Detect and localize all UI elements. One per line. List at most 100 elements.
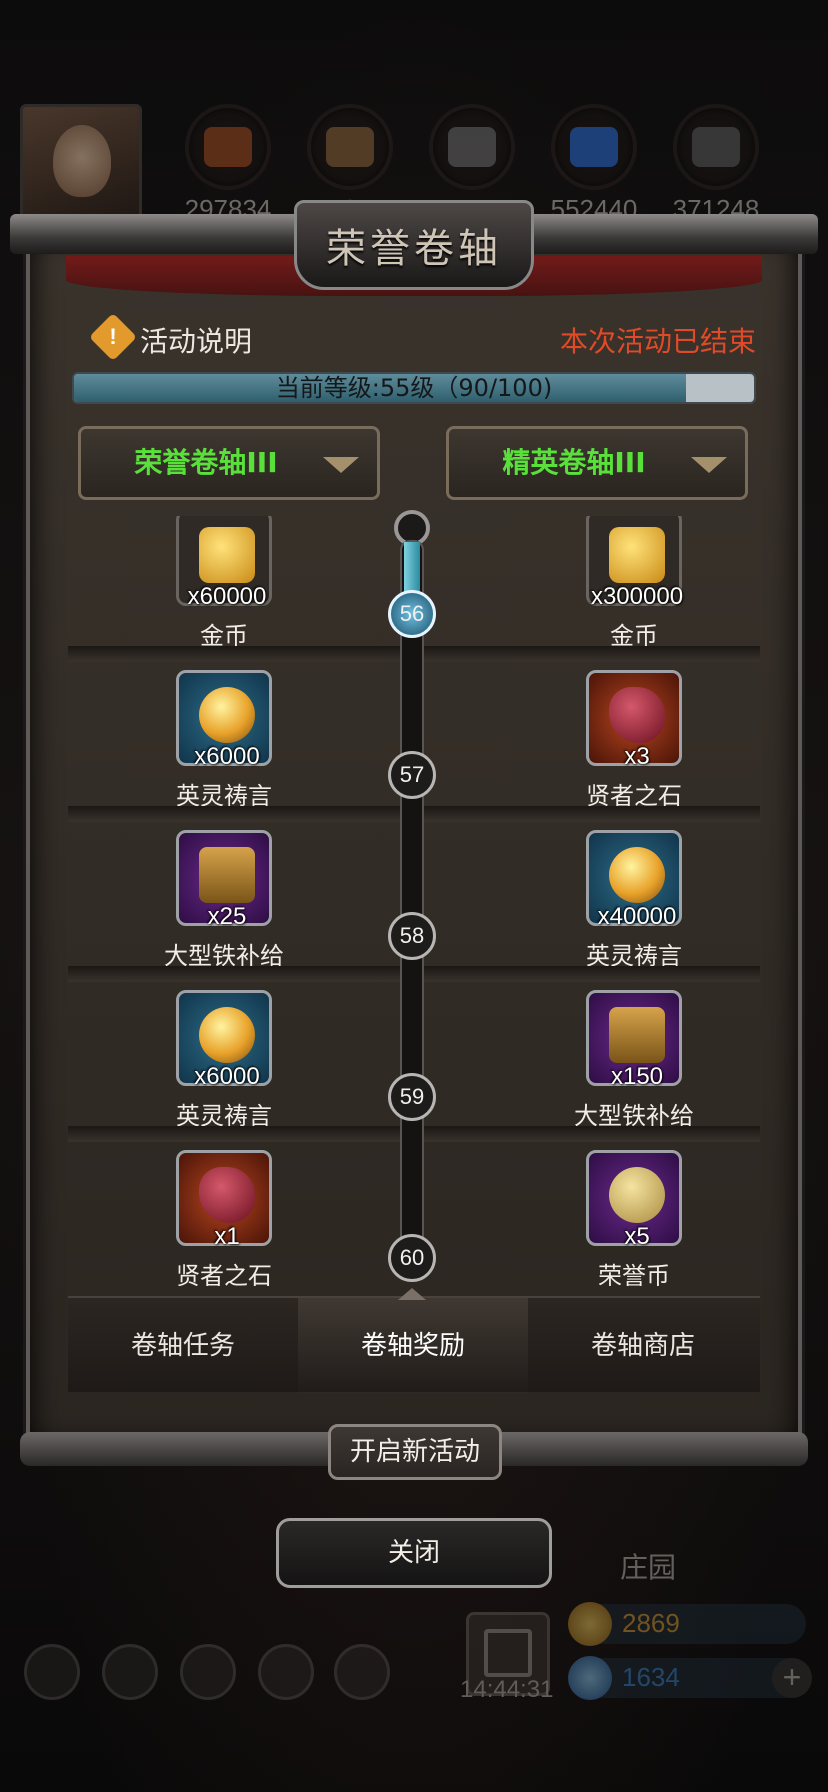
honor-scroll-select-label: 荣誉卷轴III	[134, 446, 278, 479]
reward-quantity: x40000	[597, 903, 677, 930]
reward-icon-frame: x60000	[176, 516, 272, 610]
chevron-down-icon	[691, 457, 727, 473]
gem-value: 1634	[622, 1662, 680, 1692]
reward-quantity: x6000	[194, 1063, 260, 1090]
close-button[interactable]: 关闭	[276, 1518, 552, 1588]
coins-icon	[609, 527, 665, 583]
tab-scroll-tasks[interactable]: 卷轴任务	[68, 1298, 298, 1394]
stone-icon	[199, 1167, 255, 1223]
elite-reward-item[interactable]: x300000 金币	[534, 516, 734, 651]
gem-icon	[568, 1656, 612, 1700]
resource-item[interactable]	[426, 104, 518, 194]
honor-reward-item[interactable]: x1 贤者之石	[124, 1150, 324, 1286]
title-plate: 荣誉卷轴	[294, 200, 534, 290]
gift-timer: 14:44:31	[460, 1676, 554, 1703]
reward-icon-frame: x1	[176, 1150, 272, 1250]
level-node: 57	[388, 751, 436, 799]
gold-value: 2869	[622, 1608, 680, 1638]
reward-icon-frame: x300000	[586, 516, 683, 610]
resource-circle	[429, 104, 515, 190]
nav-map-icon[interactable]	[334, 1644, 390, 1700]
level-progress-bar: 当前等级:55级（90/100)	[72, 372, 756, 404]
reward-icon-frame: x6000	[176, 990, 272, 1090]
coin-icon	[609, 1167, 665, 1223]
level-node: 59	[388, 1073, 436, 1121]
nav-alliance-icon[interactable]	[180, 1644, 236, 1700]
honor-reward-item[interactable]: x6000 英灵祷言	[124, 990, 324, 1131]
reward-quantity: x5	[624, 1223, 650, 1250]
honor-reward-item[interactable]: x25 大型铁补给	[124, 830, 324, 971]
nav-achievement-icon[interactable]	[102, 1644, 158, 1700]
resource-circle	[185, 104, 271, 190]
reward-icon-frame: x40000	[586, 830, 682, 930]
player-avatar[interactable]	[20, 104, 142, 222]
level-node: 56	[388, 590, 436, 638]
reward-quantity: x150	[610, 1063, 664, 1090]
info-row: ! 活动说明 本次活动已结束	[88, 312, 756, 362]
gold-counter: 2869	[568, 1602, 806, 1646]
crystal-icon	[570, 127, 618, 167]
resource-item[interactable]: 297834	[182, 104, 274, 225]
nav-settings-icon[interactable]	[24, 1644, 80, 1700]
elite-reward-item[interactable]: x5 荣誉币	[534, 1150, 734, 1286]
level-track	[400, 540, 424, 1260]
resource-circle	[673, 104, 759, 190]
stone-icon	[609, 687, 665, 743]
scroll-tabs: 卷轴任务 卷轴奖励 卷轴商店	[68, 1296, 760, 1394]
resource-item[interactable]: 552440	[548, 104, 640, 225]
progress-text: 当前等级:55级（90/100)	[275, 374, 553, 402]
honor-reward-item[interactable]: x6000 英灵祷言	[124, 670, 324, 811]
event-status: 本次活动已结束	[559, 325, 756, 358]
start-new-event-button[interactable]: 开启新活动	[328, 1424, 502, 1480]
gem-counter: 1634	[568, 1656, 806, 1700]
reward-icon-frame: x5	[586, 1150, 682, 1250]
meat-icon	[204, 127, 252, 167]
level-node: 58	[388, 912, 436, 960]
avatar-face	[53, 125, 111, 197]
event-description-link[interactable]: 活动说明	[140, 320, 252, 360]
chevron-down-icon	[323, 457, 359, 473]
reward-icon-frame: x6000	[176, 670, 272, 770]
chest-icon	[609, 1007, 665, 1063]
nav-mail-icon[interactable]	[258, 1644, 314, 1700]
reward-icon-frame: x3	[586, 670, 682, 770]
reward-quantity: x60000	[187, 583, 267, 610]
orb-icon	[199, 687, 255, 743]
panel-title: 荣誉卷轴	[326, 226, 502, 272]
elite-scroll-select-label: 精英卷轴III	[502, 446, 646, 479]
orb-icon	[199, 1007, 255, 1063]
warning-icon[interactable]: !	[88, 312, 138, 362]
honor-reward-item[interactable]: x60000 金币	[124, 516, 324, 651]
level-node: 60	[388, 1234, 436, 1282]
resource-item[interactable]: 371248	[670, 104, 762, 225]
reward-quantity: x6000	[194, 743, 260, 770]
manor-label[interactable]: 庄园	[620, 1546, 676, 1586]
gold-coin-icon	[568, 1602, 612, 1646]
elite-reward-item[interactable]: x40000 英灵祷言	[534, 830, 734, 971]
elite-reward-item[interactable]: x150 大型铁补给	[534, 990, 734, 1131]
resource-circle	[307, 104, 393, 190]
resource-circle	[551, 104, 637, 190]
reward-quantity: x1	[214, 1223, 240, 1250]
reward-quantity: x25	[207, 903, 247, 930]
chest-icon	[199, 847, 255, 903]
elite-reward-item[interactable]: x3 贤者之石	[534, 670, 734, 811]
tab-scroll-shop[interactable]: 卷轴商店	[528, 1298, 758, 1394]
honor-scroll-dropdown[interactable]: 荣誉卷轴III	[78, 426, 380, 500]
reward-name: 贤者之石	[176, 1262, 272, 1286]
reward-icon-frame: x150	[586, 990, 682, 1090]
elite-scroll-dropdown[interactable]: 精英卷轴III	[446, 426, 748, 500]
orb-icon	[609, 847, 665, 903]
warning-glyph: !	[109, 324, 117, 349]
iron-icon	[692, 127, 740, 167]
add-gem-button[interactable]: +	[772, 1658, 812, 1698]
wood-icon	[326, 127, 374, 167]
tab-scroll-rewards[interactable]: 卷轴奖励	[298, 1298, 528, 1394]
gift-icon	[484, 1629, 532, 1677]
reward-name: 荣誉币	[598, 1262, 670, 1286]
reward-quantity: x300000	[590, 583, 684, 610]
reward-icon-frame: x25	[176, 830, 272, 930]
stone-icon	[448, 127, 496, 167]
coins-icon	[199, 527, 255, 583]
tab-indicator	[398, 1288, 426, 1300]
